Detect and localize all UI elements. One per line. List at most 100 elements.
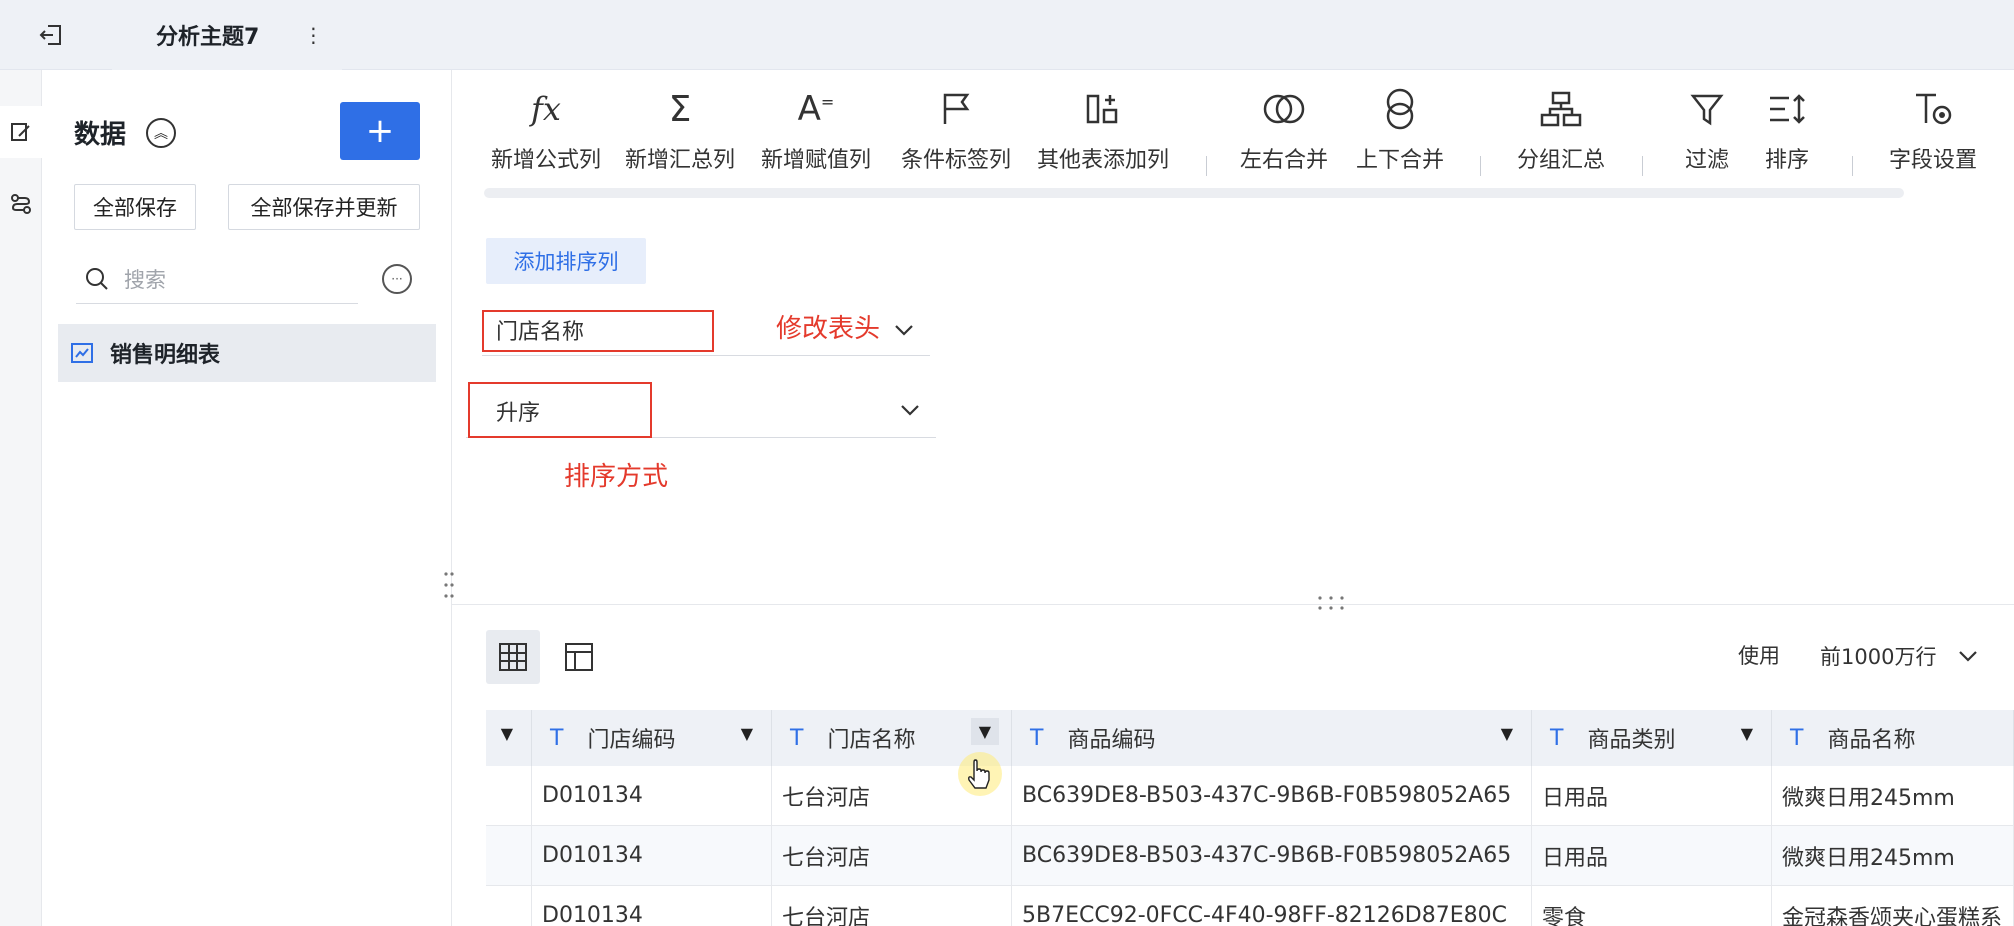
add-column-icon xyxy=(1085,86,1121,132)
table-cell: 微爽日用245mm xyxy=(1772,766,2014,826)
toolbar-separator xyxy=(1480,156,1481,176)
sort-config-panel: 添加排序列 门店名称 修改表头 升序 排序方式 xyxy=(452,200,2014,600)
table-cell: 5B7ECC92-0FCC-4F40-98FF-82126D87E80C xyxy=(1012,886,1532,926)
toolbar-scrollbar[interactable] xyxy=(484,188,1904,198)
table-cell: 七台河店 xyxy=(772,886,1012,926)
sidebar-header: 数据 ︽ xyxy=(74,114,177,151)
usage-label: 使用 xyxy=(1738,644,1780,668)
table-cell xyxy=(486,766,532,826)
text-type-icon: T xyxy=(550,725,564,751)
left-rail xyxy=(0,70,42,926)
filter-icon xyxy=(1690,86,1724,132)
column-header[interactable]: T 商品类别 ▼ xyxy=(1532,710,1772,766)
text-type-icon: T xyxy=(1550,725,1564,751)
panel-divider xyxy=(452,604,2014,605)
data-preview-table: ▼ T 门店编码 ▼ T 门店名称 ▼ T 商品编码 ▼ T 商品类别 ▼ T … xyxy=(486,710,2014,926)
toolbar-separator xyxy=(1206,156,1207,176)
field-settings-button[interactable]: 字段设置 xyxy=(1878,70,1988,196)
layout-view-icon[interactable] xyxy=(552,630,606,684)
sidebar-title: 数据 xyxy=(74,120,127,150)
analysis-tab[interactable]: 分析主题7 ⋮ xyxy=(112,0,342,70)
horizontal-resize-handle[interactable] xyxy=(1316,594,1346,612)
table-cell: 七台河店 xyxy=(772,826,1012,886)
table-cell xyxy=(486,886,532,926)
table-cell: BC639DE8-B503-437C-9B6B-F0B598052A65 xyxy=(1012,766,1532,826)
table-cell: D010134 xyxy=(532,766,772,826)
dropdown-arrow-icon[interactable]: ▼ xyxy=(1501,724,1513,743)
dropdown-arrow-icon[interactable]: ▼ xyxy=(741,724,753,743)
join-left-right-button[interactable]: 左右合并 xyxy=(1234,70,1334,196)
table-cell xyxy=(486,826,532,886)
column-header[interactable]: T 门店编码 ▼ xyxy=(532,710,772,766)
grid-view-icon[interactable] xyxy=(486,630,540,684)
table-cell: BC639DE8-B503-437C-9B6B-F0B598052A65 xyxy=(1012,826,1532,886)
add-data-button[interactable]: + xyxy=(340,102,420,160)
highlight-box-field xyxy=(482,310,714,352)
dropdown-arrow-icon[interactable]: ▼ xyxy=(1741,724,1753,743)
toolbar-separator xyxy=(1852,156,1853,176)
join-lr-icon xyxy=(1262,86,1306,132)
chevron-down-icon xyxy=(901,405,919,416)
add-assign-column-button[interactable]: A= 新增赋值列 xyxy=(754,70,878,196)
table-cell: 零食 xyxy=(1532,886,1772,926)
add-formula-column-button[interactable]: fx 新增公式列 xyxy=(484,70,608,196)
table-cell: D010134 xyxy=(532,826,772,886)
table-cell: 日用品 xyxy=(1532,826,1772,886)
table-cell: D010134 xyxy=(532,886,772,926)
flow-icon[interactable] xyxy=(0,178,42,230)
more-vertical-icon[interactable]: ⋮ xyxy=(303,23,323,47)
chevron-down-icon xyxy=(1959,651,1978,662)
search-placeholder: 搜索 xyxy=(124,267,166,292)
add-column-from-other-table-button[interactable]: 其他表添加列 xyxy=(1028,70,1178,196)
dropdown-arrow-icon[interactable]: ▼ xyxy=(970,718,999,745)
text-type-icon: T xyxy=(1790,725,1804,751)
sidebar-item-sales-detail[interactable]: 销售明细表 xyxy=(58,324,436,382)
sort-icon xyxy=(1767,86,1807,132)
union-icon xyxy=(1380,86,1420,132)
assign-icon: A= xyxy=(797,89,835,129)
collapse-up-icon[interactable]: ︽ xyxy=(146,117,177,148)
row-limit-value: 前1000万行 xyxy=(1820,645,1937,669)
table-cell: 金冠森香颂夹心蛋糕系 xyxy=(1772,886,2014,926)
column-header-partial[interactable]: ▼ xyxy=(486,710,532,766)
table-cell: 日用品 xyxy=(1532,766,1772,826)
column-header[interactable]: T 商品名称 xyxy=(1772,710,2014,766)
filter-button[interactable]: 过滤 xyxy=(1672,70,1742,196)
pointer-cursor-icon xyxy=(958,752,1002,796)
add-sort-column-button[interactable]: 添加排序列 xyxy=(486,238,646,284)
group-summary-button[interactable]: 分组汇总 xyxy=(1506,70,1616,196)
search-icon xyxy=(86,267,108,290)
toolbar: fx 新增公式列 Σ 新增汇总列 A= 新增赋值列 条件标签列 其他表添加列 左… xyxy=(452,70,2014,196)
top-bar: 分析主题7 ⋮ xyxy=(0,0,2014,70)
table-chart-icon xyxy=(71,343,93,363)
fx-icon: fx xyxy=(531,90,561,128)
toolbar-separator xyxy=(1642,156,1643,176)
text-type-icon: T xyxy=(790,725,804,751)
sidebar-item-label: 销售明细表 xyxy=(110,343,221,368)
more-options-icon[interactable]: ··· xyxy=(382,264,412,294)
save-all-update-button[interactable]: 全部保存并更新 xyxy=(228,184,420,230)
annotation-sort-order: 排序方式 xyxy=(564,462,669,492)
vertical-resize-handle[interactable] xyxy=(444,570,454,600)
field-settings-icon xyxy=(1913,86,1953,132)
data-edit-icon[interactable] xyxy=(0,106,42,158)
annotation-modify-header: 修改表头 xyxy=(776,314,881,344)
row-limit-select[interactable]: 前1000万行 xyxy=(1806,630,2014,682)
text-type-icon: T xyxy=(1030,725,1044,751)
sigma-icon: Σ xyxy=(668,88,692,130)
union-top-bottom-button[interactable]: 上下合并 xyxy=(1350,70,1450,196)
save-all-button[interactable]: 全部保存 xyxy=(74,184,196,230)
highlight-box-order xyxy=(468,382,652,438)
group-icon xyxy=(1540,86,1582,132)
column-header[interactable]: T 商品编码 ▼ xyxy=(1012,710,1532,766)
exit-icon[interactable] xyxy=(34,18,68,52)
sort-button[interactable]: 排序 xyxy=(1752,70,1822,196)
search-input[interactable]: 搜索 xyxy=(76,254,358,304)
condition-tag-column-button[interactable]: 条件标签列 xyxy=(894,70,1018,196)
table-cell: 微爽日用245mm xyxy=(1772,826,2014,886)
tab-title: 分析主题7 xyxy=(156,25,260,50)
flag-icon xyxy=(940,86,972,132)
chevron-down-icon xyxy=(895,325,913,336)
add-summary-column-button[interactable]: Σ 新增汇总列 xyxy=(618,70,742,196)
dropdown-arrow-icon[interactable]: ▼ xyxy=(501,724,513,743)
